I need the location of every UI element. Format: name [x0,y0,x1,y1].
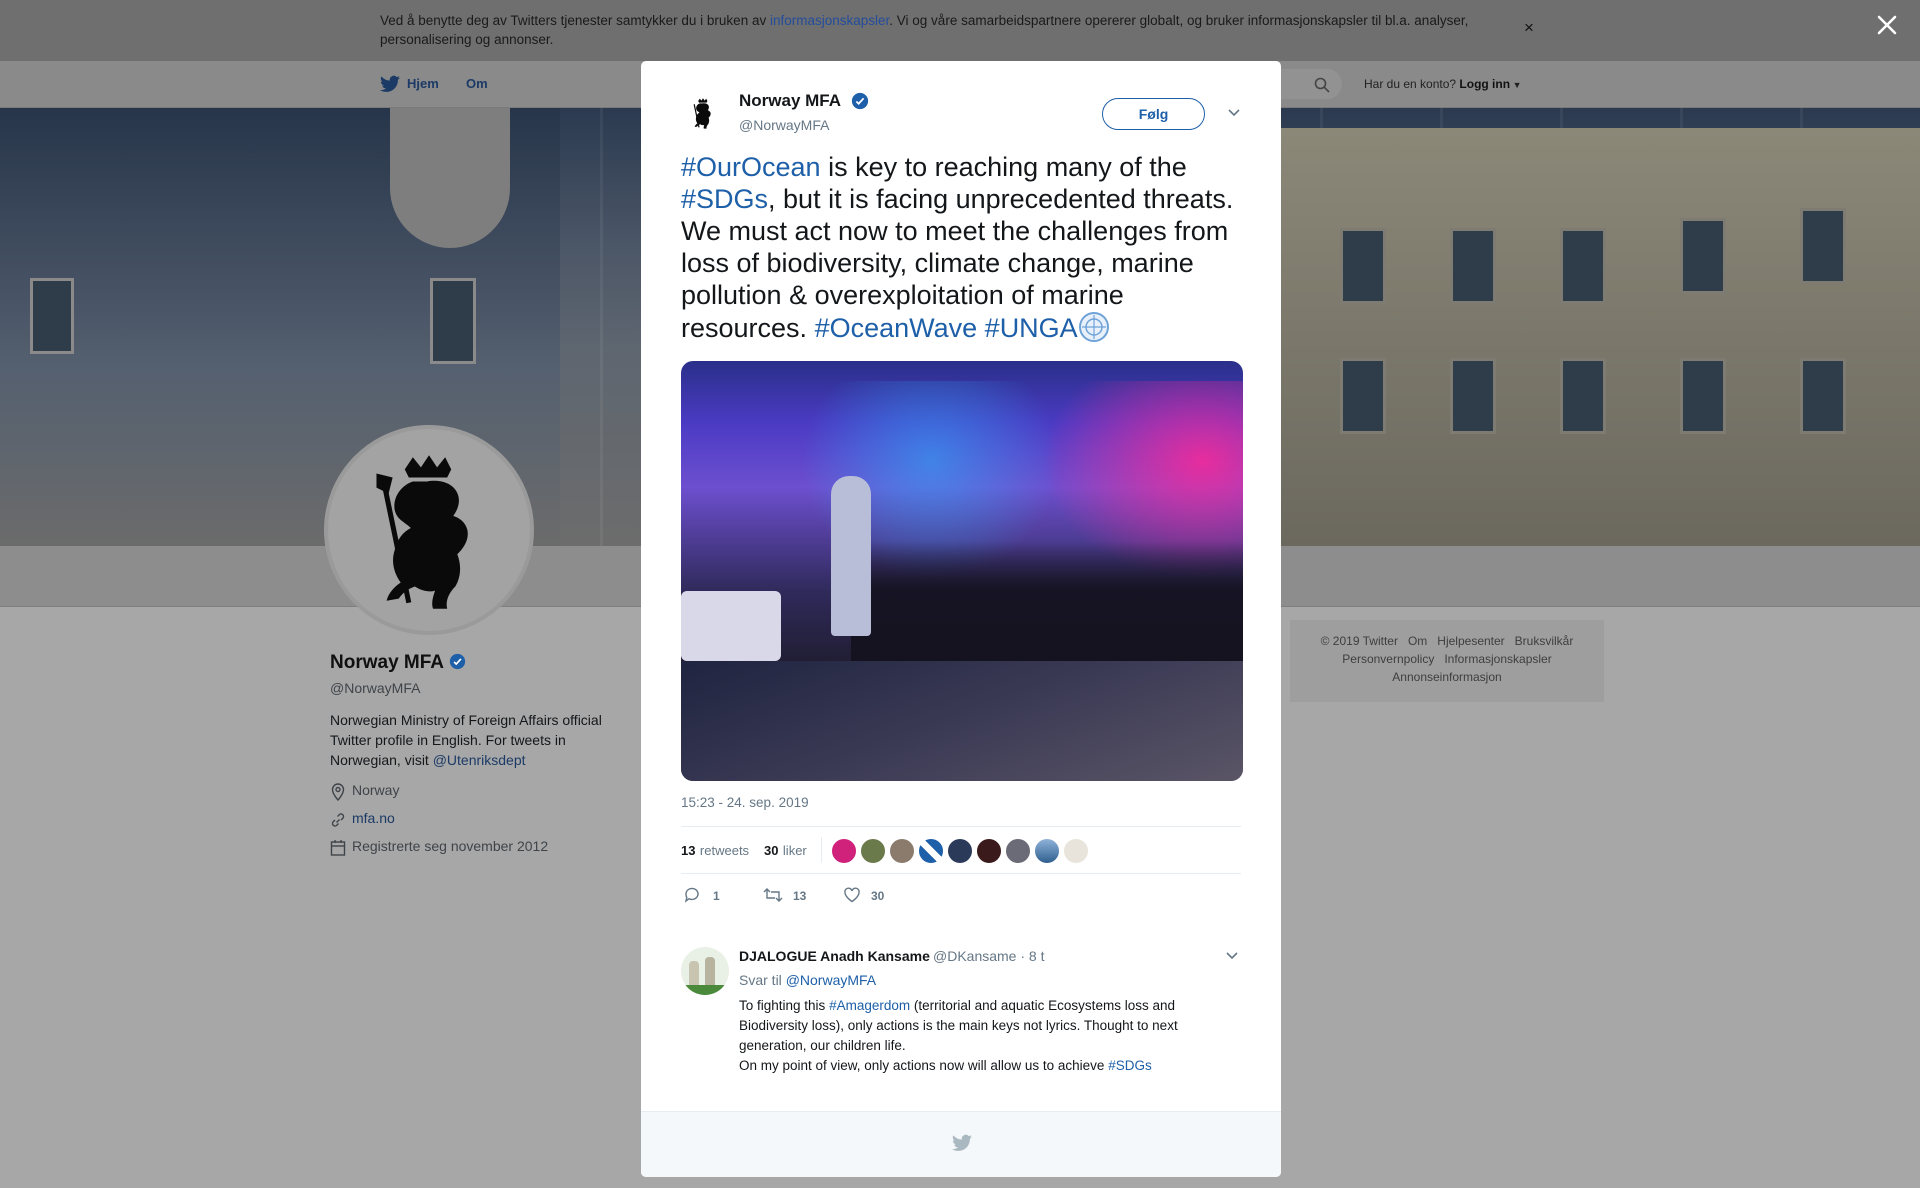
reply-text-before: To fighting this [739,998,830,1013]
cookie-text-before: Ved å benytte deg av Twitters tjenester … [380,13,770,28]
tweet-photo[interactable] [681,361,1243,781]
tweet-text-part1: is key to reaching many of the [820,152,1187,182]
footer-links-box: © 2019 Twitter Om Hjelpesenter Bruksvilkår … [1290,620,1604,702]
reply-to-label: Svar til [739,972,786,988]
modal-footer [641,1111,1281,1177]
location-icon [331,783,345,801]
retweet-icon [763,888,783,902]
profile-avatar[interactable] [324,425,534,635]
twitter-bird-icon[interactable] [380,75,400,93]
reply-to-line: Svar til @NorwayMFA [739,972,876,988]
cookie-text: Ved å benytte deg av Twitters tjenester … [380,11,1530,49]
login-link[interactable]: Logg inn [1459,77,1510,91]
hashtag-sdgs[interactable]: #SDGs [681,184,768,214]
close-icon[interactable] [1876,14,1898,36]
un-emblem-icon [1078,312,1109,342]
reply-author-avatar[interactable] [681,947,729,995]
retweets-stat[interactable]: 13 retweets [681,842,749,860]
nav-about[interactable]: Om [466,76,488,91]
reply-text-line2: On my point of view, only actions now wi… [739,1058,1109,1073]
account-prompt: Har du en konto? [1364,77,1457,91]
reply-to-mention[interactable]: @NorwayMFA [786,972,876,988]
profile-name-text: Norway MFA [330,652,444,673]
nav-home[interactable]: Hjem [407,76,439,91]
like-count: 30 [871,889,885,903]
reply-text: To fighting this #Amagerdom (territorial… [739,996,1209,1076]
stats-divider [821,837,822,863]
hashtag-oceanwave[interactable]: #OceanWave [815,313,978,343]
tweet-text: #OurOcean is key to reaching many of the… [681,151,1251,344]
caret-down-icon[interactable]: ▼ [1510,80,1522,90]
chevron-down-icon[interactable] [1227,108,1241,118]
tweet-stats: 13 retweets 30 liker [681,826,1241,874]
hashtag-sdgs[interactable]: #SDGs [1108,1058,1152,1073]
liker-avatar[interactable] [889,838,915,864]
hashtag-ourocean[interactable]: #OurOcean [681,152,821,182]
heart-icon [844,887,860,903]
follow-button[interactable]: Følg [1102,98,1205,130]
footer-link-ads-info[interactable]: Annonseinformasjon [1392,670,1501,684]
liker-avatar[interactable] [976,838,1002,864]
footer-link-terms[interactable]: Bruksvilkår [1515,634,1574,648]
footer-links: © 2019 Twitter Om Hjelpesenter Bruksvilkår … [1290,632,1604,686]
chevron-down-icon[interactable] [1225,951,1239,961]
search-icon[interactable] [1314,77,1330,93]
reply-count: 1 [713,889,720,903]
website-link[interactable]: mfa.no [352,810,395,826]
profile-handle[interactable]: @NorwayMFA [330,680,420,696]
footer-link-about[interactable]: Om [1408,634,1427,648]
author-handle[interactable]: @NorwayMFA [739,117,829,133]
cookie-banner: Ved å benytte deg av Twitters tjenester … [0,0,1920,61]
cookie-close-button[interactable]: × [1524,18,1534,38]
location-text: Norway [352,782,400,798]
verified-icon [851,92,869,110]
liker-avatar[interactable] [1063,838,1089,864]
liker-avatar[interactable] [1034,838,1060,864]
link-icon [331,813,345,827]
liker-avatar[interactable] [918,838,944,864]
liker-avatar[interactable] [860,838,886,864]
hashtag-amagerdom[interactable]: #Amagerdom [829,998,910,1013]
likes-count: 30 [764,843,779,858]
tweet-modal: Norway MFA @NorwayMFA Følg #OurOcean is … [641,61,1281,1177]
account-area: Har du en konto? Logg inn ▼ [1364,77,1521,91]
profile-bio: Norwegian Ministry of Foreign Affairs of… [330,710,620,770]
footer-copyright: © 2019 Twitter [1320,634,1398,648]
footer-link-cookies[interactable]: Informasjonskapsler [1444,652,1551,666]
profile-name: Norway MFA [330,652,466,674]
hashtag-unga[interactable]: #UNGA [985,313,1078,343]
tweet-actions: 1 13 30 [683,886,983,906]
retweet-count: 13 [793,889,807,903]
calendar-icon [330,840,346,856]
norway-lion-logo [376,455,468,609]
joined-text: Registrerte seg november 2012 [352,838,549,854]
tweet-timestamp[interactable]: 15:23 - 24. sep. 2019 [681,795,809,810]
reply-author-name[interactable]: DJALOGUE Anadh Kansame [739,948,930,964]
footer-link-help[interactable]: Hjelpesenter [1437,634,1504,648]
author-name[interactable]: Norway MFA [739,91,841,111]
footer-link-privacy[interactable]: Personvernpolicy [1342,652,1434,666]
likes-label: liker [782,843,807,858]
retweets-count: 13 [681,843,696,858]
reply-author-handle[interactable]: @DKansame · 8 t [933,948,1044,964]
bio-mention-link[interactable]: @Utenriksdept [433,752,526,768]
twitter-bird-icon [952,1134,972,1151]
likes-stat[interactable]: 30 liker [764,842,807,860]
liker-avatar[interactable] [1005,838,1031,864]
liker-avatar[interactable] [831,838,857,864]
liker-avatar[interactable] [947,838,973,864]
reply-icon [684,887,699,903]
verified-icon [449,653,465,670]
retweets-label: retweets [699,843,750,858]
cookie-link[interactable]: informasjonskapsler [770,13,889,28]
author-avatar[interactable] [683,93,723,133]
